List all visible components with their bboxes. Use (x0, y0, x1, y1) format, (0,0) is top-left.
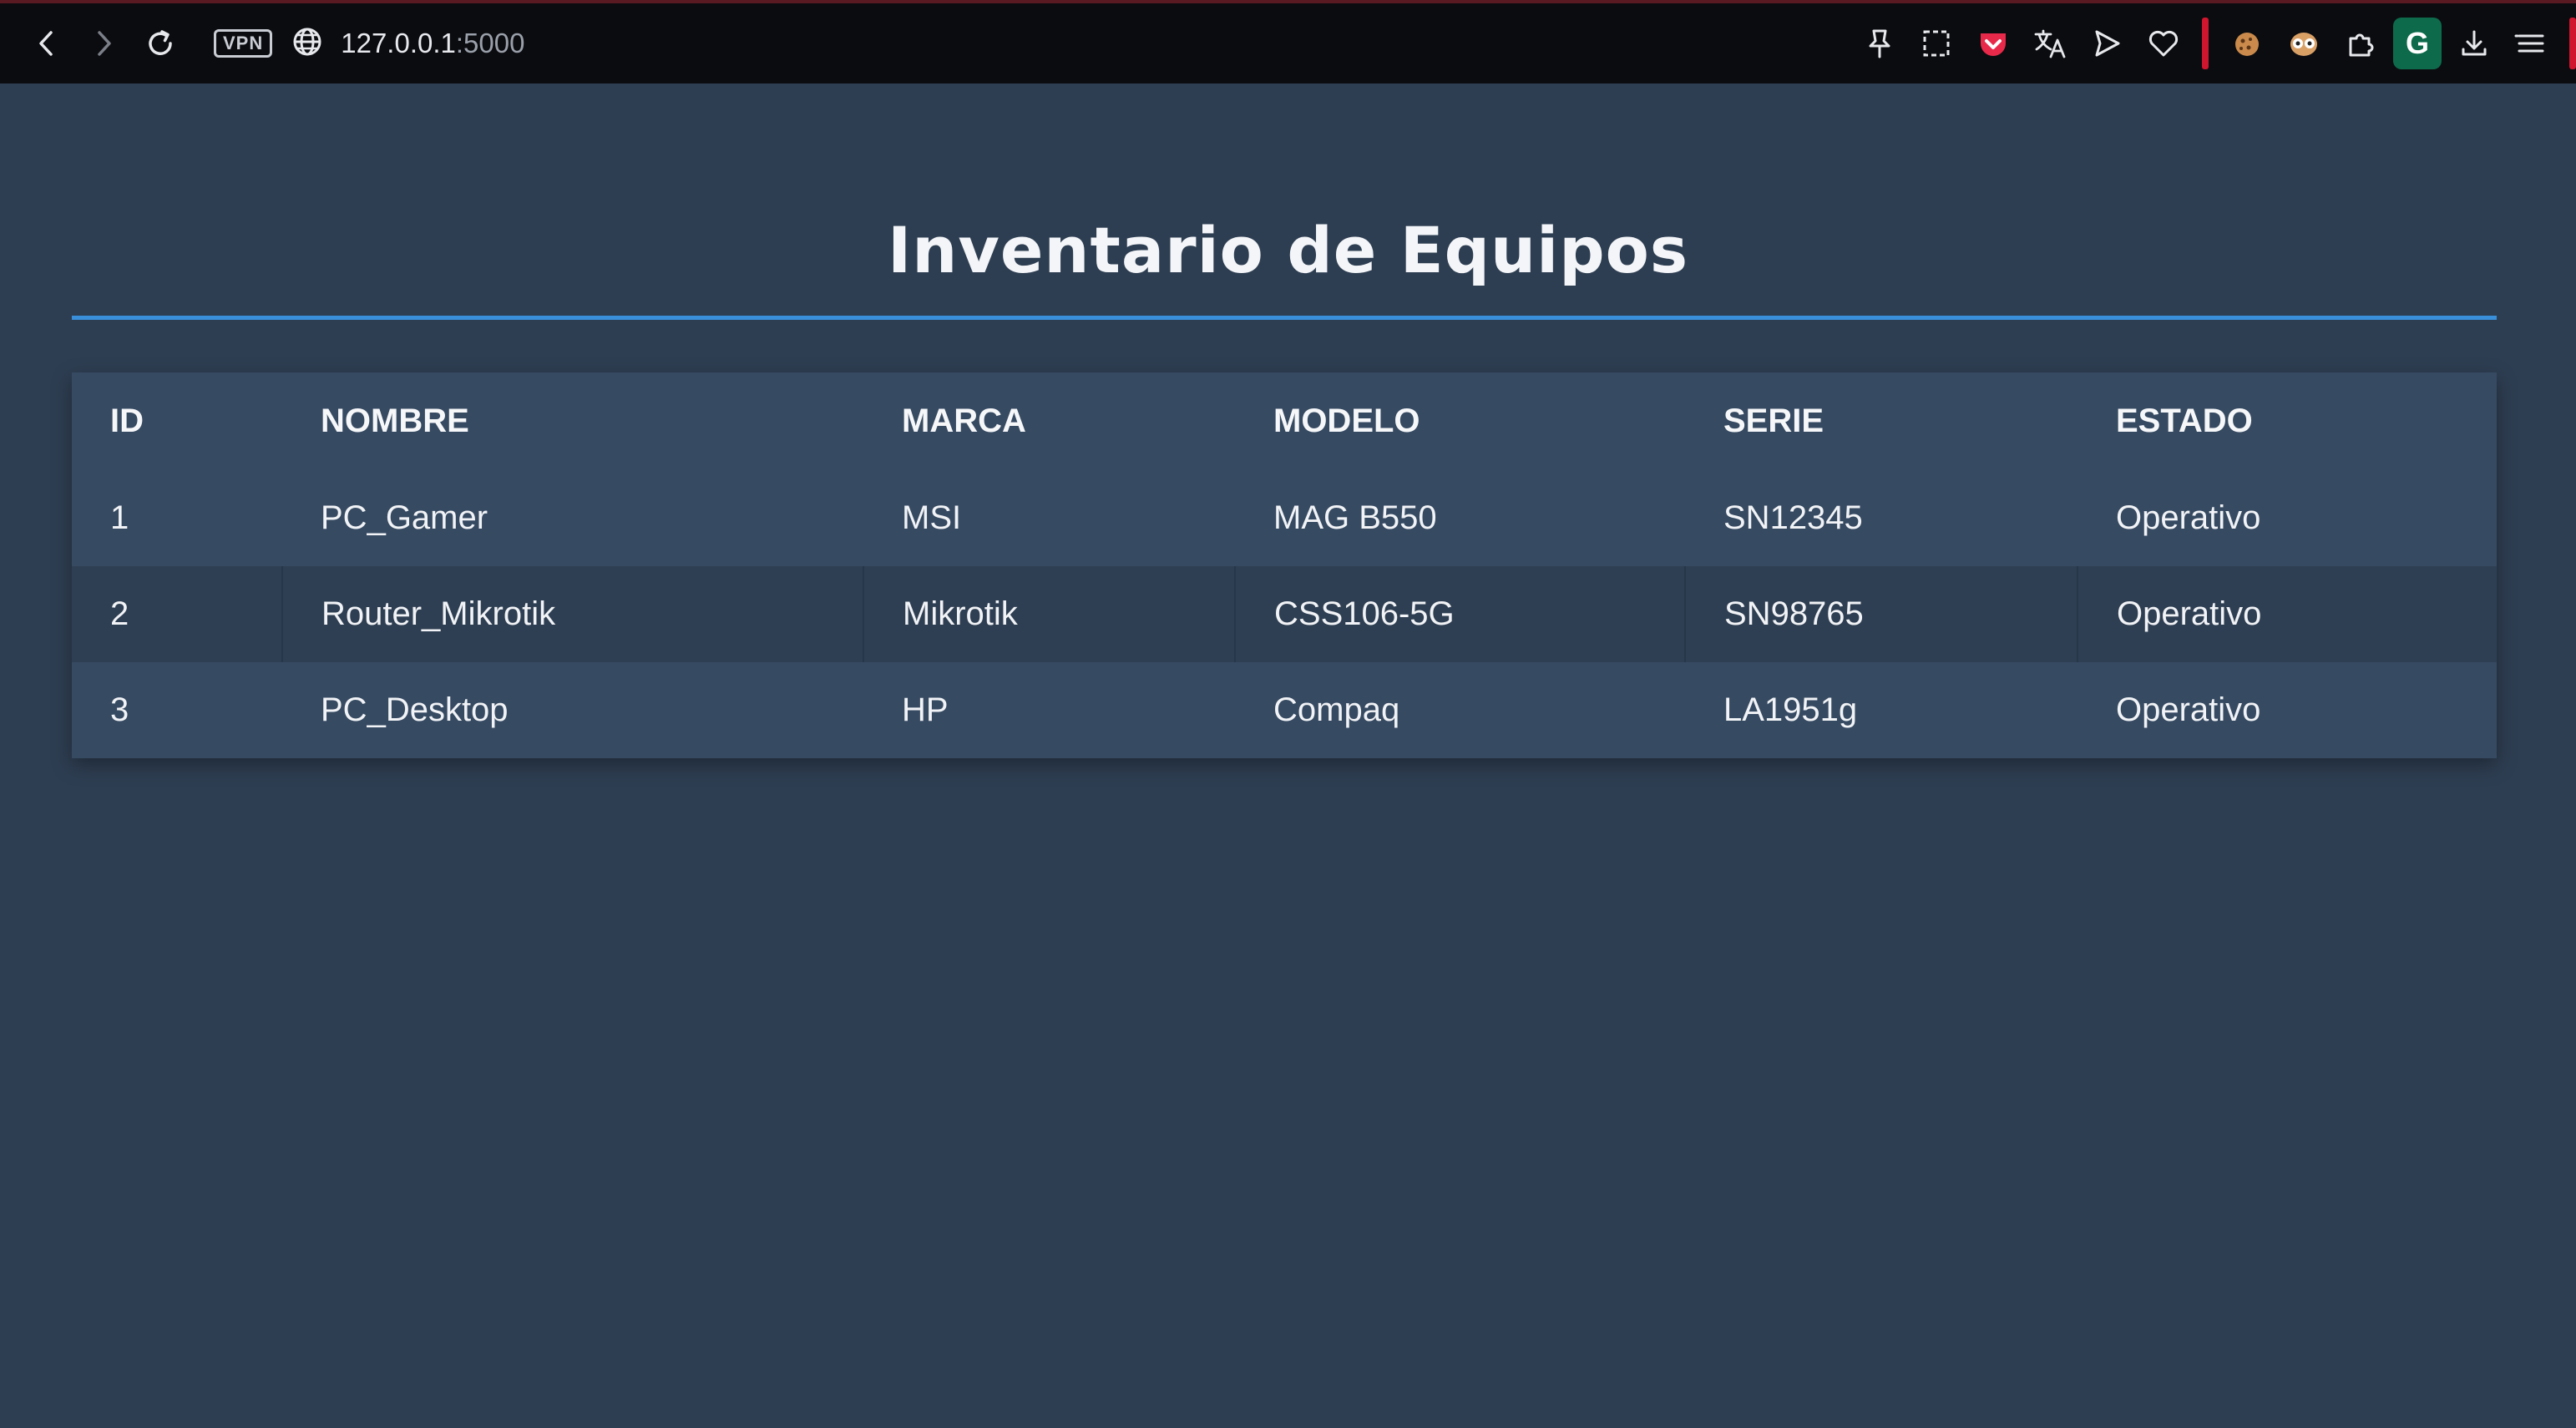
column-header-estado[interactable]: ESTADO (2078, 372, 2497, 470)
url-host: 127.0.0.1 (341, 28, 456, 58)
browser-toolbar: VPN 127.0.0.1:5000 G (0, 0, 2576, 84)
pin-icon (1869, 29, 1890, 58)
header-row: ID NOMBRE MARCA MODELO SERIE ESTADO (72, 372, 2497, 470)
menu-button[interactable] (2503, 15, 2559, 72)
page-title: Inventario de Equipos (887, 213, 1689, 287)
owl-icon (2290, 33, 2317, 56)
profile-avatar: G (2393, 18, 2442, 69)
screenshot-button[interactable] (1908, 15, 1965, 72)
cell-marca: HP (863, 662, 1235, 758)
table-body: 1 PC_Gamer MSI MAG B550 SN12345 Operativ… (72, 470, 2497, 758)
owl-extension-button[interactable] (2275, 15, 2332, 72)
table-row[interactable]: 2 Router_Mikrotik Mikrotik CSS106-5G SN9… (72, 566, 2497, 662)
cell-nombre: Router_Mikrotik (281, 566, 863, 662)
translate-button[interactable] (2022, 15, 2078, 72)
forward-arrow-icon (98, 31, 111, 56)
cell-nombre: PC_Desktop (282, 662, 863, 758)
globe-icon[interactable] (291, 25, 324, 63)
url-port: :5000 (455, 28, 525, 58)
download-icon (2462, 30, 2487, 56)
cell-modelo: Compaq (1235, 662, 1685, 758)
toolbar-separator (2202, 18, 2209, 69)
cell-estado: Operativo (2077, 566, 2497, 662)
toolbar-edge-marker (2569, 18, 2576, 69)
page-content: Inventario de Equipos ID NOMBRE MARCA MO… (0, 84, 2576, 1428)
cell-marca: MSI (863, 470, 1235, 566)
send-icon (2095, 30, 2120, 57)
reload-icon (149, 30, 172, 55)
downloads-button[interactable] (2446, 15, 2503, 72)
column-header-id[interactable]: ID (72, 372, 282, 470)
column-header-marca[interactable]: MARCA (863, 372, 1235, 470)
puzzle-icon (2349, 33, 2374, 57)
extension-toolbar: G (1851, 3, 2576, 84)
cookie-extension-button[interactable] (2219, 15, 2275, 72)
back-arrow-icon (39, 31, 53, 56)
cell-serie: SN98765 (1684, 566, 2078, 662)
cell-id: 2 (72, 566, 282, 662)
cell-estado: Operativo (2078, 470, 2497, 566)
pocket-icon (1981, 33, 2006, 56)
inventory-table: ID NOMBRE MARCA MODELO SERIE ESTADO 1 PC… (72, 372, 2497, 758)
cell-estado: Operativo (2078, 662, 2497, 758)
inventory-table-container: ID NOMBRE MARCA MODELO SERIE ESTADO 1 PC… (72, 372, 2497, 758)
forward-button[interactable] (75, 15, 132, 72)
table-header: ID NOMBRE MARCA MODELO SERIE ESTADO (72, 372, 2497, 470)
cell-marca: Mikrotik (863, 566, 1235, 662)
cell-serie: LA1951g (1685, 662, 2078, 758)
pin-button[interactable] (1851, 15, 1908, 72)
cell-id: 3 (72, 662, 282, 758)
cell-modelo: CSS106-5G (1234, 566, 1685, 662)
column-header-nombre[interactable]: NOMBRE (282, 372, 863, 470)
extensions-button[interactable] (2332, 15, 2389, 72)
back-button[interactable] (18, 15, 75, 72)
address-bar[interactable]: 127.0.0.1:5000 (341, 28, 524, 59)
navigation-controls: VPN 127.0.0.1:5000 (0, 3, 524, 84)
cell-modelo: MAG B550 (1235, 470, 1685, 566)
table-row[interactable]: 1 PC_Gamer MSI MAG B550 SN12345 Operativ… (72, 470, 2497, 566)
screenshot-icon (1923, 30, 1950, 57)
heart-icon (2148, 30, 2179, 57)
send-button[interactable] (2078, 15, 2135, 72)
column-header-modelo[interactable]: MODELO (1235, 372, 1685, 470)
cell-serie: SN12345 (1685, 470, 2078, 566)
title-divider (72, 316, 2497, 320)
vpn-badge[interactable]: VPN (214, 29, 273, 58)
cell-nombre: PC_Gamer (282, 470, 863, 566)
column-header-serie[interactable]: SERIE (1685, 372, 2078, 470)
pocket-extension-button[interactable] (1965, 15, 2022, 72)
translate-icon (2034, 29, 2066, 58)
cookie-icon (2235, 33, 2259, 56)
table-row[interactable]: 3 PC_Desktop HP Compaq LA1951g Operativo (72, 662, 2497, 758)
favorites-button[interactable] (2135, 15, 2192, 72)
cell-id: 1 (72, 470, 282, 566)
reload-button[interactable] (132, 15, 189, 72)
profile-button[interactable]: G (2389, 15, 2446, 72)
menu-icon (2514, 34, 2544, 53)
